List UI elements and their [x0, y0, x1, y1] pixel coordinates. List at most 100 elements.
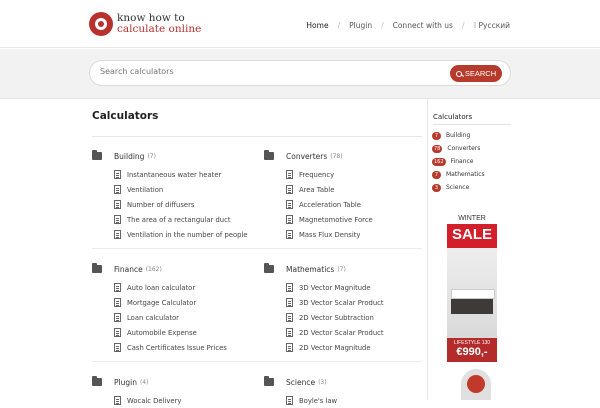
- ad-winter: WINTER: [447, 212, 497, 224]
- calculator-link[interactable]: Wocalc Delivery: [114, 393, 252, 408]
- calculator-link[interactable]: Mass Flux Density: [286, 227, 424, 242]
- count-badge: 3: [432, 183, 441, 192]
- nav-home[interactable]: Home: [306, 21, 328, 30]
- category-links: Instantaneous water heater Ventilation Num…: [92, 167, 252, 242]
- category-name: Building: [114, 151, 145, 161]
- site-logo[interactable]: know how to calculate online: [89, 12, 219, 38]
- calculator-link-label: 3D Vector Scalar Product: [299, 298, 384, 307]
- category-links: Boyle's law: [264, 393, 424, 408]
- calculator-link[interactable]: Mortgage Calculator: [114, 295, 252, 310]
- sidebar-title: Calculators: [433, 113, 473, 121]
- category-heading[interactable]: Converters (78): [264, 150, 424, 162]
- russian-flag-icon: [473, 22, 476, 28]
- category-count: (162): [145, 265, 162, 273]
- category-links: Auto loan calculator Mortgage Calculator L…: [92, 280, 252, 355]
- calculator-link[interactable]: The area of a rectangular duct: [114, 212, 252, 227]
- ad-footer: LIFESTYLE 130 €990,-: [447, 338, 497, 362]
- search-button-label: SEARCH: [464, 69, 497, 78]
- category-plugin: Plugin (4) Wocalc Delivery: [92, 376, 252, 408]
- folder-icon: [92, 263, 102, 273]
- calculator-link[interactable]: Ventilation in the number of people: [114, 227, 252, 242]
- calculator-link[interactable]: Acceleration Table: [286, 197, 424, 212]
- category-heading[interactable]: Plugin (4): [92, 376, 252, 388]
- calculator-link-label: 2D Vector Subtraction: [299, 313, 374, 322]
- calculator-link-label: Automobile Expense: [127, 328, 197, 337]
- document-icon: [286, 230, 293, 239]
- calculator-link[interactable]: 3D Vector Scalar Product: [286, 295, 424, 310]
- search-button[interactable]: SEARCH: [450, 65, 502, 82]
- category-name: Converters: [286, 151, 328, 161]
- sidebar: Calculators 7 Building 78 Converters 162 Fina…: [427, 99, 600, 400]
- calculator-link[interactable]: Magnetomotive Force: [286, 212, 424, 227]
- calculator-link[interactable]: Instantaneous water heater: [114, 167, 252, 182]
- nav-russian[interactable]: Русский: [479, 21, 511, 30]
- nav-connect[interactable]: Connect with us: [393, 21, 453, 30]
- document-icon: [286, 283, 293, 292]
- calculator-link-label: Cash Certificates Issue Prices: [127, 343, 227, 352]
- calculator-link-label: Mass Flux Density: [299, 230, 361, 239]
- category-heading[interactable]: Finance (162): [92, 263, 252, 275]
- calculator-link-label: Ventilation: [127, 185, 164, 194]
- sidebar-item-science[interactable]: 3 Science: [432, 181, 485, 194]
- calculator-link[interactable]: Cash Certificates Issue Prices: [114, 340, 252, 355]
- count-badge: 162: [432, 157, 446, 166]
- folder-icon: [92, 150, 102, 160]
- calculator-link-label: Mortgage Calculator: [127, 298, 197, 307]
- calculator-link[interactable]: 2D Vector Subtraction: [286, 310, 424, 325]
- calculator-link-label: Loan calculator: [127, 313, 179, 322]
- calculator-link-label: Acceleration Table: [299, 200, 361, 209]
- nav-separator: /: [381, 20, 384, 30]
- calculator-link[interactable]: Frequency: [286, 167, 424, 182]
- sidebar-item-finance[interactable]: 162 Finance: [432, 155, 485, 168]
- nav-plugin[interactable]: Plugin: [349, 21, 372, 30]
- sidebar-item-converters[interactable]: 78 Converters: [432, 142, 485, 155]
- search-input[interactable]: [100, 67, 430, 76]
- nav-separator: /: [461, 20, 465, 30]
- page-title: Calculators: [92, 110, 159, 122]
- category-converters: Converters (78) Frequency Area Table Acceler…: [264, 150, 424, 242]
- calculator-link-label: 3D Vector Magnitude: [299, 283, 371, 292]
- calculator-link[interactable]: Auto loan calculator: [114, 280, 252, 295]
- sidebar-item-building[interactable]: 7 Building: [432, 129, 485, 142]
- calculator-link[interactable]: Area Table: [286, 182, 424, 197]
- second-advertisement[interactable]: [461, 369, 491, 400]
- sidebar-category-list: 7 Building 78 Converters 162 Finance 7 Mathemat…: [432, 129, 485, 194]
- document-icon: [114, 200, 121, 209]
- category-name: Mathematics: [286, 264, 335, 274]
- calculator-link[interactable]: 2D Vector Magnitude: [286, 340, 424, 355]
- calculator-link[interactable]: Number of diffusers: [114, 197, 252, 212]
- advertisement[interactable]: WINTER SALE LIFESTYLE 130 €990,-: [447, 212, 497, 362]
- document-icon: [114, 328, 121, 337]
- category-count: (3): [318, 378, 327, 386]
- category-name: Science: [286, 377, 316, 387]
- category-finance: Finance (162) Auto loan calculator Mortgage…: [92, 263, 252, 355]
- ad-header: WINTER SALE: [447, 212, 497, 248]
- category-row-divider: [92, 248, 422, 249]
- sidebar-item-mathematics[interactable]: 7 Mathematics: [432, 168, 485, 181]
- ad-price: €990,-: [456, 346, 488, 358]
- search-icon: [455, 70, 462, 77]
- calculator-link[interactable]: Ventilation: [114, 182, 252, 197]
- document-icon: [286, 396, 293, 405]
- category-mathematics: Mathematics (7) 3D Vector Magnitude 3D Vect…: [264, 263, 424, 355]
- category-count: (7): [147, 152, 156, 160]
- category-heading[interactable]: Building (7): [92, 150, 252, 162]
- folder-icon: [264, 263, 274, 273]
- category-heading[interactable]: Science (3): [264, 376, 424, 388]
- calculator-link[interactable]: 3D Vector Magnitude: [286, 280, 424, 295]
- category-row-divider: [92, 361, 422, 362]
- site-header: know how to calculate online Home / Plug…: [0, 0, 600, 48]
- calculator-link[interactable]: 2D Vector Scalar Product: [286, 325, 424, 340]
- folder-icon: [92, 376, 102, 386]
- calculator-link[interactable]: Boyle's law: [286, 393, 424, 408]
- calculator-link-label: Ventilation in the number of people: [127, 230, 248, 239]
- folder-icon: [264, 376, 274, 386]
- sidebar-item-label: Converters: [447, 145, 481, 152]
- document-icon: [286, 343, 293, 352]
- document-icon: [114, 283, 121, 292]
- calculator-link[interactable]: Automobile Expense: [114, 325, 252, 340]
- calculator-link-label: Auto loan calculator: [127, 283, 196, 292]
- category-heading[interactable]: Mathematics (7): [264, 263, 424, 275]
- calculator-link[interactable]: Loan calculator: [114, 310, 252, 325]
- nav-separator: /: [337, 20, 341, 30]
